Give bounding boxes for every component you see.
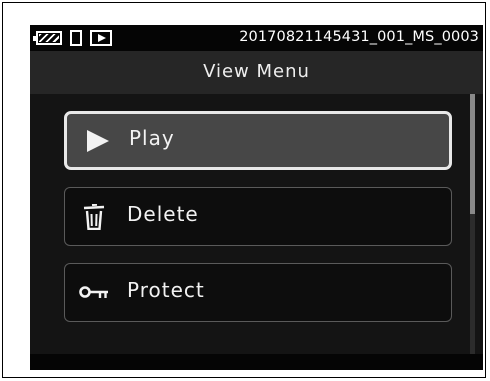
- camera-screen: 20170821145431_001_MS_0003 View Menu Pla…: [30, 25, 483, 370]
- menu-list: Play Delete Protect: [30, 94, 483, 354]
- menu-item-play[interactable]: Play: [64, 111, 452, 170]
- scrollbar[interactable]: [470, 94, 475, 354]
- menu-item-label: Delete: [127, 202, 199, 226]
- menu-item-protect[interactable]: Protect: [64, 263, 452, 322]
- scrollbar-thumb[interactable]: [470, 94, 475, 214]
- key-icon: [79, 286, 108, 298]
- footer-bar: [30, 354, 483, 370]
- playback-mode-icon: [90, 30, 112, 46]
- menu-header: View Menu: [30, 51, 483, 94]
- document-icon: [70, 30, 82, 46]
- status-icons: [33, 29, 112, 47]
- menu-title: View Menu: [203, 61, 310, 82]
- trash-icon: [83, 204, 105, 230]
- status-bar: 20170821145431_001_MS_0003: [30, 25, 483, 51]
- play-icon: [87, 130, 109, 152]
- file-name: 20170821145431_001_MS_0003: [239, 29, 479, 45]
- memory-card-icon: [33, 31, 62, 45]
- menu-item-label: Play: [129, 126, 175, 150]
- menu-item-delete[interactable]: Delete: [64, 187, 452, 246]
- menu-item-label: Protect: [127, 278, 205, 302]
